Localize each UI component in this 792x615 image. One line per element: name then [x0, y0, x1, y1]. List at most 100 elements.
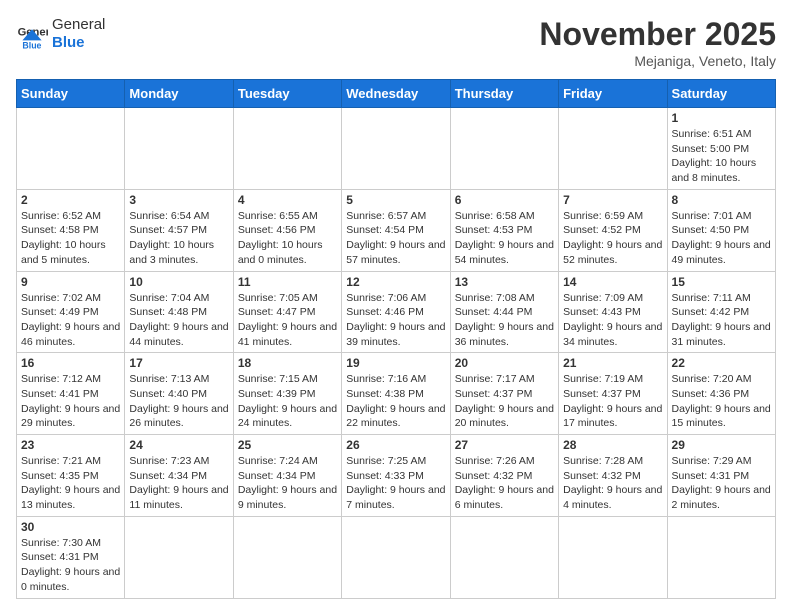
day-info: Sunrise: 7:12 AMSunset: 4:41 PMDaylight:…	[21, 372, 120, 431]
calendar-cell	[559, 108, 667, 190]
day-header-wednesday: Wednesday	[342, 80, 450, 108]
calendar-cell: 16 Sunrise: 7:12 AMSunset: 4:41 PMDayligh…	[17, 353, 125, 435]
calendar-cell: 10 Sunrise: 7:04 AMSunset: 4:48 PMDayligh…	[125, 271, 233, 353]
day-info: Sunrise: 7:23 AMSunset: 4:34 PMDaylight:…	[129, 454, 228, 513]
day-number: 6	[455, 193, 554, 207]
calendar-week-row: 16 Sunrise: 7:12 AMSunset: 4:41 PMDayligh…	[17, 353, 776, 435]
day-header-friday: Friday	[559, 80, 667, 108]
calendar-cell: 13Sunrise: 7:08 AMSunset: 4:44 PMDayligh…	[450, 271, 558, 353]
day-number: 29	[672, 438, 771, 452]
calendar-table: SundayMondayTuesdayWednesdayThursdayFrid…	[16, 79, 776, 599]
calendar-cell	[233, 108, 341, 190]
calendar-cell: 4 Sunrise: 6:55 AMSunset: 4:56 PMDaylight…	[233, 189, 341, 271]
day-number: 23	[21, 438, 120, 452]
calendar-cell: 20Sunrise: 7:17 AMSunset: 4:37 PMDayligh…	[450, 353, 558, 435]
day-info: Sunrise: 6:59 AMSunset: 4:52 PMDaylight:…	[563, 209, 662, 268]
day-number: 10	[129, 275, 228, 289]
day-header-monday: Monday	[125, 80, 233, 108]
calendar-cell: 3 Sunrise: 6:54 AMSunset: 4:57 PMDaylight…	[125, 189, 233, 271]
day-number: 24	[129, 438, 228, 452]
day-number: 8	[672, 193, 771, 207]
day-info: Sunrise: 6:57 AMSunset: 4:54 PMDaylight:…	[346, 209, 445, 268]
calendar-cell: 14 Sunrise: 7:09 AMSunset: 4:43 PMDayligh…	[559, 271, 667, 353]
calendar-cell	[125, 516, 233, 598]
calendar-cell: 9 Sunrise: 7:02 AMSunset: 4:49 PMDaylight…	[17, 271, 125, 353]
day-header-tuesday: Tuesday	[233, 80, 341, 108]
day-number: 30	[21, 520, 120, 534]
day-number: 28	[563, 438, 662, 452]
day-number: 2	[21, 193, 120, 207]
day-info: Sunrise: 7:28 AMSunset: 4:32 PMDaylight:…	[563, 454, 662, 513]
day-number: 14	[563, 275, 662, 289]
day-info: Sunrise: 7:06 AMSunset: 4:46 PMDaylight:…	[346, 291, 445, 350]
day-info: Sunrise: 7:16 AMSunset: 4:38 PMDaylight:…	[346, 372, 445, 431]
calendar-cell: 30 Sunrise: 7:30 AMSunset: 4:31 PMDayligh…	[17, 516, 125, 598]
calendar-cell	[342, 108, 450, 190]
day-info: Sunrise: 7:13 AMSunset: 4:40 PMDaylight:…	[129, 372, 228, 431]
calendar-cell: 18Sunrise: 7:15 AMSunset: 4:39 PMDayligh…	[233, 353, 341, 435]
calendar-cell: 12Sunrise: 7:06 AMSunset: 4:46 PMDayligh…	[342, 271, 450, 353]
calendar-cell: 7 Sunrise: 6:59 AMSunset: 4:52 PMDaylight…	[559, 189, 667, 271]
day-info: Sunrise: 7:20 AMSunset: 4:36 PMDaylight:…	[672, 372, 771, 431]
day-info: Sunrise: 7:08 AMSunset: 4:44 PMDaylight:…	[455, 291, 554, 350]
day-info: Sunrise: 7:11 AMSunset: 4:42 PMDaylight:…	[672, 291, 771, 350]
calendar-cell: 29 Sunrise: 7:29 AMSunset: 4:31 PMDayligh…	[667, 435, 775, 517]
day-header-saturday: Saturday	[667, 80, 775, 108]
calendar-week-row: 1Sunrise: 6:51 AMSunset: 5:00 PMDaylight…	[17, 108, 776, 190]
day-number: 9	[21, 275, 120, 289]
calendar-cell: 25Sunrise: 7:24 AMSunset: 4:34 PMDayligh…	[233, 435, 341, 517]
day-info: Sunrise: 7:24 AMSunset: 4:34 PMDaylight:…	[238, 454, 337, 513]
day-info: Sunrise: 7:30 AMSunset: 4:31 PMDaylight:…	[21, 536, 120, 595]
day-info: Sunrise: 7:29 AMSunset: 4:31 PMDaylight:…	[672, 454, 771, 513]
day-info: Sunrise: 7:09 AMSunset: 4:43 PMDaylight:…	[563, 291, 662, 350]
day-info: Sunrise: 6:52 AMSunset: 4:58 PMDaylight:…	[21, 209, 120, 268]
day-header-thursday: Thursday	[450, 80, 558, 108]
day-number: 20	[455, 356, 554, 370]
day-info: Sunrise: 7:04 AMSunset: 4:48 PMDaylight:…	[129, 291, 228, 350]
header: General Blue General Blue November 2025 …	[16, 16, 776, 69]
calendar-cell	[450, 108, 558, 190]
day-number: 22	[672, 356, 771, 370]
calendar-header-row: SundayMondayTuesdayWednesdayThursdayFrid…	[17, 80, 776, 108]
calendar-week-row: 23 Sunrise: 7:21 AMSunset: 4:35 PMDayligh…	[17, 435, 776, 517]
calendar-cell: 11Sunrise: 7:05 AMSunset: 4:47 PMDayligh…	[233, 271, 341, 353]
calendar-cell: 1Sunrise: 6:51 AMSunset: 5:00 PMDaylight…	[667, 108, 775, 190]
day-number: 1	[672, 111, 771, 125]
calendar-cell	[233, 516, 341, 598]
calendar-cell: 6Sunrise: 6:58 AMSunset: 4:53 PMDaylight…	[450, 189, 558, 271]
logo-icon: General Blue	[16, 18, 48, 50]
svg-text:Blue: Blue	[22, 40, 41, 50]
calendar-cell: 21Sunrise: 7:19 AMSunset: 4:37 PMDayligh…	[559, 353, 667, 435]
day-number: 19	[346, 356, 445, 370]
calendar-cell	[125, 108, 233, 190]
day-info: Sunrise: 7:19 AMSunset: 4:37 PMDaylight:…	[563, 372, 662, 431]
day-info: Sunrise: 7:25 AMSunset: 4:33 PMDaylight:…	[346, 454, 445, 513]
month-title: November 2025	[539, 16, 776, 53]
logo-general-text: General Blue	[52, 16, 105, 52]
day-info: Sunrise: 7:26 AMSunset: 4:32 PMDaylight:…	[455, 454, 554, 513]
day-number: 26	[346, 438, 445, 452]
day-info: Sunrise: 6:55 AMSunset: 4:56 PMDaylight:…	[238, 209, 337, 268]
day-number: 5	[346, 193, 445, 207]
day-number: 3	[129, 193, 228, 207]
day-number: 7	[563, 193, 662, 207]
day-number: 16	[21, 356, 120, 370]
day-number: 27	[455, 438, 554, 452]
calendar-cell	[342, 516, 450, 598]
location-title: Mejaniga, Veneto, Italy	[539, 53, 776, 69]
calendar-cell: 17 Sunrise: 7:13 AMSunset: 4:40 PMDayligh…	[125, 353, 233, 435]
day-info: Sunrise: 6:54 AMSunset: 4:57 PMDaylight:…	[129, 209, 228, 268]
logo: General Blue General Blue	[16, 16, 105, 52]
calendar-week-row: 9 Sunrise: 7:02 AMSunset: 4:49 PMDaylight…	[17, 271, 776, 353]
calendar-cell	[559, 516, 667, 598]
day-number: 15	[672, 275, 771, 289]
calendar-cell: 19 Sunrise: 7:16 AMSunset: 4:38 PMDayligh…	[342, 353, 450, 435]
day-number: 4	[238, 193, 337, 207]
day-info: Sunrise: 7:02 AMSunset: 4:49 PMDaylight:…	[21, 291, 120, 350]
calendar-cell	[17, 108, 125, 190]
day-number: 17	[129, 356, 228, 370]
day-info: Sunrise: 7:21 AMSunset: 4:35 PMDaylight:…	[21, 454, 120, 513]
day-number: 18	[238, 356, 337, 370]
calendar-cell: 24 Sunrise: 7:23 AMSunset: 4:34 PMDayligh…	[125, 435, 233, 517]
day-info: Sunrise: 7:01 AMSunset: 4:50 PMDaylight:…	[672, 209, 771, 268]
